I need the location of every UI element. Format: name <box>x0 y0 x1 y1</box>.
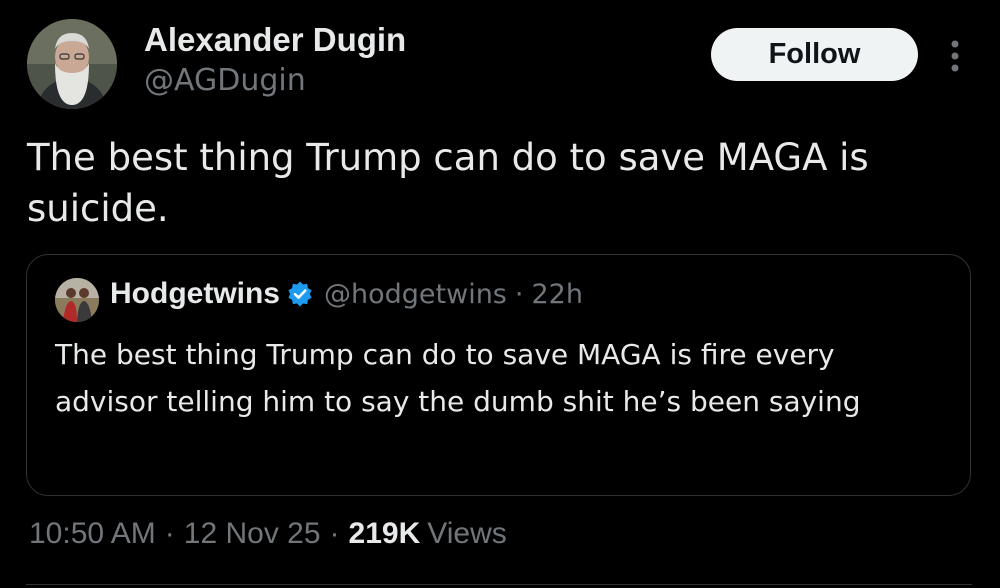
separator-dot: · <box>329 517 340 550</box>
separator-dot: · <box>164 517 175 550</box>
quoted-tweet-time[interactable]: 22h <box>531 279 582 310</box>
quoted-author-handle[interactable]: @hodgetwins <box>324 279 507 310</box>
views-count[interactable]: 219K <box>349 517 421 551</box>
author-display-name[interactable]: Alexander Dugin <box>144 20 406 60</box>
tweet-date[interactable]: 12 Nov 25 <box>184 517 321 551</box>
author-info: Alexander Dugin @AGDugin <box>144 20 406 102</box>
author-avatar[interactable] <box>27 19 117 109</box>
more-options-icon[interactable] <box>944 38 966 74</box>
quoted-tweet-text: The best thing Trump can do to save MAGA… <box>55 338 861 418</box>
quoted-tweet[interactable]: Hodgetwins @hodgetwins · 22h The best th… <box>26 254 971 496</box>
tweet-timestamp[interactable]: 10:50 AM <box>29 517 156 551</box>
verified-badge-icon <box>286 280 314 308</box>
tweet-meta: 10:50 AM · 12 Nov 25 · 219K Views <box>29 517 507 551</box>
quoted-author-name[interactable]: Hodgetwins <box>110 277 280 311</box>
divider <box>26 584 972 585</box>
user-avatar-icon <box>55 278 99 322</box>
author-handle[interactable]: @AGDugin <box>144 60 406 102</box>
follow-button[interactable]: Follow <box>711 28 918 81</box>
separator-dot: · <box>514 278 524 310</box>
views-label: Views <box>427 517 507 550</box>
user-avatar-icon <box>27 19 117 109</box>
quoted-tweet-header: Hodgetwins @hodgetwins · 22h <box>110 277 583 311</box>
tweet: Alexander Dugin @AGDugin Follow The best… <box>0 0 1000 588</box>
quoted-author-avatar[interactable] <box>55 278 99 322</box>
tweet-text: The best thing Trump can do to save MAGA… <box>27 136 869 230</box>
